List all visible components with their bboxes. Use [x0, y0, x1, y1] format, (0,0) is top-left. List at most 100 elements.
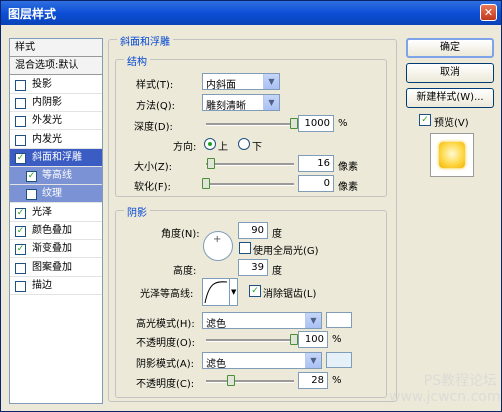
method-select[interactable]: 雕刻清晰 ▼: [202, 94, 280, 112]
depth-input[interactable]: 1000: [298, 115, 334, 132]
style-item-label: 等高线: [42, 170, 72, 182]
size-unit: 像素: [338, 162, 358, 173]
style-item-12[interactable]: 图案叠加: [10, 259, 102, 277]
new-style-button[interactable]: 新建样式(W)...: [406, 88, 494, 108]
style-select[interactable]: 内斜面 ▼: [202, 73, 280, 91]
chevron-down-icon: ▼: [263, 95, 279, 110]
style-item-5[interactable]: 内发光: [10, 131, 102, 149]
style-item-7[interactable]: ✓ 等高线: [10, 167, 102, 186]
gloss-contour-dropdown[interactable]: ▼: [229, 278, 238, 306]
method-label: 方法(Q):: [136, 101, 176, 112]
style-select-value: 内斜面: [206, 80, 236, 91]
style-item-0[interactable]: 样式: [10, 39, 102, 57]
style-item-13[interactable]: 描边: [10, 277, 102, 295]
highlight-mode-select[interactable]: 滤色 ▼: [202, 312, 322, 330]
highlight-opacity-track[interactable]: [206, 339, 294, 342]
style-item-checkbox[interactable]: ✓: [15, 226, 26, 237]
style-item-label: 颜色叠加: [32, 225, 72, 236]
style-item-checkbox[interactable]: [26, 189, 37, 201]
close-button[interactable]: ✕: [480, 4, 497, 21]
chevron-down-icon: ▼: [231, 288, 237, 296]
style-item-checkbox[interactable]: [15, 134, 26, 146]
preview-checkbox[interactable]: ✓: [419, 114, 431, 126]
soften-input[interactable]: 0: [298, 175, 334, 192]
shadow-mode-label: 阴影模式(A):: [136, 359, 195, 370]
size-slider-track[interactable]: [206, 163, 294, 166]
direction-down-radio[interactable]: [238, 138, 250, 150]
altitude-input[interactable]: 39: [238, 259, 268, 276]
style-item-checkbox[interactable]: [15, 79, 26, 91]
style-item-checkbox[interactable]: ✓: [26, 171, 37, 183]
checkmark-icon: ✓: [251, 286, 259, 296]
shadow-opacity-input[interactable]: 28: [298, 372, 328, 389]
highlight-opacity-input[interactable]: 100: [298, 331, 328, 348]
depth-slider-thumb[interactable]: [290, 118, 298, 129]
cancel-button[interactable]: 取消: [406, 63, 494, 83]
style-item-checkbox[interactable]: [15, 116, 26, 128]
style-label: 样式(T):: [136, 80, 174, 91]
style-item-2[interactable]: 投影: [10, 76, 102, 94]
direction-up-label: 上: [218, 142, 228, 153]
angle-value: 90: [251, 225, 264, 236]
preview-label: 预览(V): [434, 118, 469, 129]
depth-label: 深度(D):: [134, 122, 173, 133]
altitude-label: 高度:: [173, 266, 197, 277]
angle-dial[interactable]: [203, 231, 233, 261]
size-input[interactable]: 16: [298, 155, 334, 172]
ok-button[interactable]: 确定: [406, 38, 494, 58]
altitude-unit: 度: [272, 266, 282, 277]
watermark: PS教程论坛 www.jcwcn.com: [389, 373, 501, 405]
style-item-checkbox[interactable]: ✓: [15, 207, 26, 219]
highlight-mode-value: 滤色: [206, 319, 226, 330]
style-item-10[interactable]: ✓ 颜色叠加: [10, 222, 102, 240]
style-item-11[interactable]: ✓ 渐变叠加: [10, 240, 102, 259]
altitude-value: 39: [251, 262, 264, 273]
depth-value: 1000: [304, 118, 330, 129]
style-item-6[interactable]: ✓ 斜面和浮雕: [10, 148, 102, 167]
angle-input[interactable]: 90: [238, 222, 268, 239]
global-light-label: 使用全局光(G): [253, 246, 319, 257]
highlight-color-swatch[interactable]: [326, 312, 352, 328]
shadow-opacity-track[interactable]: [206, 380, 294, 383]
shading-title: 阴影: [124, 204, 150, 219]
style-item-checkbox[interactable]: ✓: [15, 152, 26, 164]
size-slider-thumb[interactable]: [207, 158, 216, 169]
style-preview-thumbnail: [430, 133, 474, 177]
style-item-9[interactable]: ✓ 光泽: [10, 204, 102, 222]
chevron-down-icon: ▼: [305, 313, 321, 328]
style-item-checkbox[interactable]: [15, 280, 26, 292]
gloss-contour-thumbnail[interactable]: [202, 278, 230, 306]
style-item-checkbox[interactable]: [15, 97, 26, 109]
style-item-checkbox[interactable]: [15, 262, 26, 274]
title-bar[interactable]: 图层样式 ✕: [1, 1, 501, 25]
soften-slider-track[interactable]: [206, 183, 294, 186]
style-item-1[interactable]: 混合选项:默认: [10, 57, 102, 76]
style-item-3[interactable]: 内阴影: [10, 94, 102, 112]
antialias-label: 消除锯齿(L): [263, 289, 317, 300]
depth-slider-track[interactable]: [206, 123, 294, 126]
layer-style-dialog: 图层样式 ✕ 样式 混合选项:默认 投影 内阴影 外发光 内发光 ✓ 斜面和浮雕 ✓ 等高线 纹理 ✓…: [0, 0, 502, 412]
shadow-color-swatch[interactable]: [326, 352, 352, 368]
soften-slider-thumb[interactable]: [202, 178, 210, 189]
style-item-label: 光泽: [32, 206, 52, 218]
style-item-8[interactable]: 纹理: [10, 185, 102, 204]
bevel-group-title: 斜面和浮雕: [117, 33, 173, 48]
gloss-contour-label: 光泽等高线:: [140, 289, 194, 300]
style-item-checkbox[interactable]: ✓: [15, 244, 26, 256]
contour-curve-icon: [204, 281, 228, 304]
direction-up-radio[interactable]: [204, 138, 216, 150]
style-item-4[interactable]: 外发光: [10, 112, 102, 131]
window-title: 图层样式: [8, 7, 57, 21]
structure-title: 结构: [124, 53, 150, 68]
highlight-opacity-thumb[interactable]: [290, 334, 298, 345]
global-light-checkbox[interactable]: [239, 242, 251, 254]
shadow-mode-select[interactable]: 滤色 ▼: [202, 352, 322, 370]
close-icon: ✕: [483, 6, 494, 19]
style-item-label: 外发光: [32, 115, 62, 127]
highlight-mode-label: 高光模式(H):: [136, 319, 195, 330]
shadow-opacity-thumb[interactable]: [226, 375, 235, 386]
soften-value: 0: [323, 178, 330, 189]
direction-down-label: 下: [252, 142, 262, 153]
preview-swatch: [439, 142, 465, 168]
antialias-checkbox[interactable]: ✓: [249, 285, 261, 297]
